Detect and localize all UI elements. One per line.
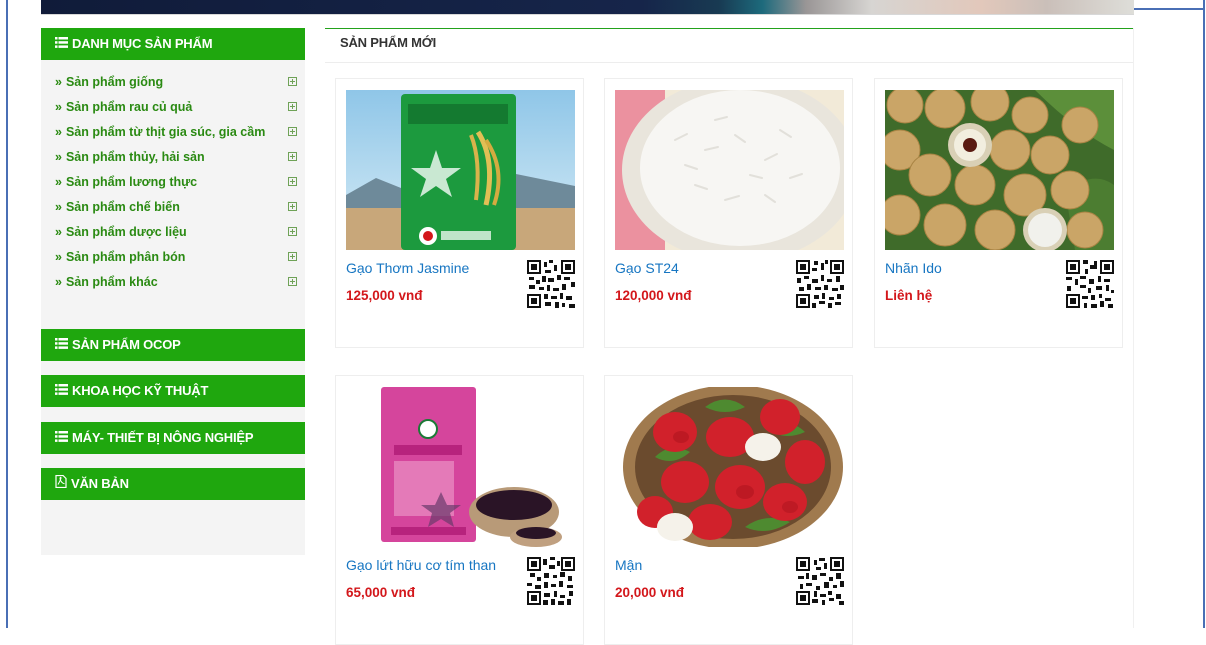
sidebar-heading-label: VĂN BẢN <box>71 476 129 491</box>
sidebar-item-label: Sản phẩm chế biến <box>65 200 180 214</box>
product-image-rice-bag[interactable] <box>346 90 575 250</box>
product-name[interactable]: Nhãn Ido <box>885 260 942 276</box>
chevron-icon: » <box>55 225 62 239</box>
product-card-longan[interactable]: Nhãn Ido Liên hệ <box>874 78 1123 348</box>
main-right-border <box>1133 28 1134 628</box>
product-name[interactable]: Gạo ST24 <box>615 260 679 276</box>
sidebar-item-che-bien[interactable]: » Sản phẩm chế biến <box>41 195 305 220</box>
expand-icon[interactable] <box>288 277 297 286</box>
sidebar-item-label: Sản phẩm dược liệu <box>65 225 187 239</box>
banner-divider <box>41 14 1134 15</box>
chevron-icon: » <box>55 100 62 114</box>
list-icon <box>55 375 68 407</box>
list-icon <box>55 422 68 454</box>
sidebar-heading-categories[interactable]: DANH MỤC SẢN PHẨM <box>41 28 305 60</box>
product-price: 65,000 vnđ <box>346 585 416 600</box>
product-image-rose-apple[interactable] <box>615 387 844 547</box>
expand-icon[interactable] <box>288 152 297 161</box>
product-image-brown-rice-bag[interactable] <box>346 387 575 547</box>
sidebar-heading-label: DANH MỤC SẢN PHẨM <box>72 36 213 51</box>
expand-icon[interactable] <box>288 252 297 261</box>
sidebar-item-label: Sản phẩm khác <box>65 275 158 289</box>
product-card-brown-rice[interactable]: Gạo lứt hữu cơ tím than 65,000 vnđ <box>335 375 584 645</box>
header-banner <box>41 0 1134 14</box>
window-frame-right <box>1203 0 1205 628</box>
sidebar-item-luong-thuc[interactable]: » Sản phẩm lương thực <box>41 170 305 195</box>
product-card-st24[interactable]: Gạo ST24 120,000 vnđ <box>604 78 853 348</box>
sidebar-heading-label: SẢN PHẨM OCOP <box>72 337 181 352</box>
window-frame-left <box>6 0 8 628</box>
expand-icon[interactable] <box>288 202 297 211</box>
sidebar-item-label: Sản phẩm lương thực <box>65 175 198 189</box>
product-name[interactable]: Gạo lứt hữu cơ tím than <box>346 557 496 573</box>
sidebar-item-label: Sản phẩm giống <box>65 75 164 89</box>
sidebar-heading-label: MÁY- THIẾT BỊ NÔNG NGHIỆP <box>72 430 254 445</box>
sidebar-heading-label: KHOA HỌC KỸ THUẬT <box>72 383 209 398</box>
sidebar-item-giong[interactable]: » Sản phẩm giống <box>41 70 305 95</box>
chevron-icon: » <box>55 175 62 189</box>
sidebar-item-rau-cu-qua[interactable]: » Sản phẩm rau củ quả <box>41 95 305 120</box>
qr-code-icon <box>796 260 844 308</box>
title-divider <box>325 62 1133 63</box>
sidebar-item-phan-bon[interactable]: » Sản phẩm phân bón <box>41 245 305 270</box>
list-icon <box>55 329 68 361</box>
qr-code-icon <box>796 557 844 605</box>
sidebar-item-khac[interactable]: » Sản phẩm khác <box>41 270 305 295</box>
expand-icon[interactable] <box>288 77 297 86</box>
sidebar-heading-ocop[interactable]: SẢN PHẨM OCOP <box>41 329 305 361</box>
chevron-icon: » <box>55 250 62 264</box>
product-image-white-rice[interactable] <box>615 90 844 250</box>
chevron-icon: » <box>55 275 62 289</box>
expand-icon[interactable] <box>288 227 297 236</box>
chevron-icon: » <box>55 125 62 139</box>
sidebar-heading-documents[interactable]: VĂN BẢN <box>41 468 305 500</box>
product-card-jasmine[interactable]: Gạo Thơm Jasmine 125,000 vnđ <box>335 78 584 348</box>
sidebar-item-thuy-hai-san[interactable]: » Sản phẩm thủy, hải sản <box>41 145 305 170</box>
product-image-longan[interactable] <box>885 90 1114 250</box>
page-title: SẢN PHẨM MỚI <box>340 35 437 50</box>
chevron-icon: » <box>55 150 62 164</box>
sidebar-item-thit[interactable]: » Sản phẩm từ thịt gia súc, gia cầm <box>41 120 305 145</box>
product-price: 20,000 vnđ <box>615 585 685 600</box>
expand-icon[interactable] <box>288 127 297 136</box>
sidebar-heading-science[interactable]: KHOA HỌC KỸ THUẬT <box>41 375 305 407</box>
product-name[interactable]: Gạo Thơm Jasmine <box>346 260 469 276</box>
chevron-icon: » <box>55 75 62 89</box>
chevron-icon: » <box>55 200 62 214</box>
product-name[interactable]: Mận <box>615 557 642 573</box>
sidebar-item-label: Sản phẩm từ thịt gia súc, gia cầm <box>65 125 266 139</box>
list-icon <box>55 28 68 60</box>
sidebar-heading-machinery[interactable]: MÁY- THIẾT BỊ NÔNG NGHIỆP <box>41 422 305 454</box>
expand-icon[interactable] <box>288 102 297 111</box>
window-frame-top <box>1130 8 1205 10</box>
sidebar-item-label: Sản phẩm phân bón <box>65 250 186 264</box>
product-price: 120,000 vnđ <box>615 288 692 303</box>
qr-code-icon <box>1066 260 1114 308</box>
qr-code-icon <box>527 260 575 308</box>
qr-code-icon <box>527 557 575 605</box>
product-price: 125,000 vnđ <box>346 288 423 303</box>
expand-icon[interactable] <box>288 177 297 186</box>
sidebar-item-duoc-lieu[interactable]: » Sản phẩm dược liệu <box>41 220 305 245</box>
product-price: Liên hệ <box>885 288 933 303</box>
sidebar-item-label: Sản phẩm rau củ quả <box>65 100 193 114</box>
pdf-document-icon <box>55 468 67 500</box>
product-card-rose-apple[interactable]: Mận 20,000 vnđ <box>604 375 853 645</box>
main-top-border <box>325 28 1133 29</box>
category-list: » Sản phẩm giống » Sản phẩm rau củ quả » Sả… <box>41 70 305 295</box>
sidebar-item-label: Sản phẩm thủy, hải sản <box>65 150 205 164</box>
